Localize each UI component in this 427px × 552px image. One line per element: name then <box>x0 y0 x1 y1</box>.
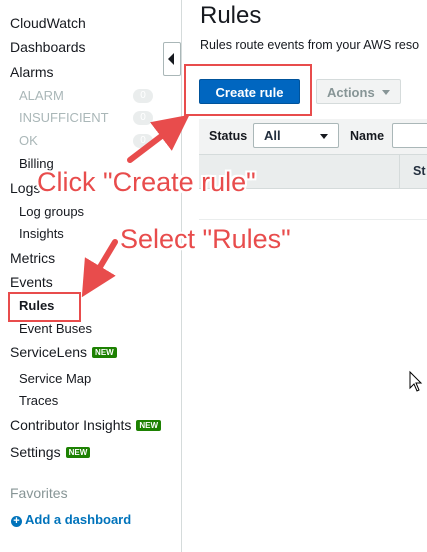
actions-label: Actions <box>327 85 375 100</box>
sidebar-item-alarm-state[interactable]: ALARM <box>19 88 64 103</box>
sidebar-item-insights[interactable]: Insights <box>19 226 64 241</box>
caret-left-icon <box>168 53 174 65</box>
column-divider <box>399 155 400 188</box>
new-badge: NEW <box>136 420 162 431</box>
status-select-value: All <box>264 128 281 143</box>
status-filter-label: Status <box>209 129 248 143</box>
favorites-heading: Favorites <box>10 485 68 501</box>
add-dashboard-link[interactable]: + Add a dashboard <box>11 512 131 527</box>
page-title: Rules <box>200 2 262 29</box>
sidebar-item-cloudwatch[interactable]: CloudWatch <box>10 15 86 31</box>
table-row-divider <box>199 219 427 220</box>
chevron-down-icon <box>320 134 328 139</box>
sidebar-item-insufficient[interactable]: INSUFFICIENT <box>19 110 109 125</box>
new-badge: NEW <box>65 447 91 458</box>
sidebar-item-service-map[interactable]: Service Map <box>19 371 91 386</box>
sidebar-item-ok[interactable]: OK <box>19 133 38 148</box>
sidebar: CloudWatch Dashboards Alarms ALARM 0 INS… <box>0 0 182 552</box>
sidebar-item-dashboards[interactable]: Dashboards <box>10 39 86 55</box>
filter-bar: Status All Name <box>199 119 427 155</box>
sidebar-item-traces[interactable]: Traces <box>19 393 58 408</box>
add-dashboard-label: Add a dashboard <box>25 512 132 527</box>
settings-label: Settings <box>10 444 61 460</box>
name-filter-input[interactable] <box>392 123 427 148</box>
actions-dropdown-button[interactable]: Actions <box>316 79 401 104</box>
sidebar-item-log-groups[interactable]: Log groups <box>19 204 84 219</box>
alarm-count-badge: 0 <box>133 89 153 103</box>
sidebar-item-logs[interactable]: Logs <box>10 180 40 196</box>
sidebar-item-settings[interactable]: Settings NEW <box>10 444 91 460</box>
rules-highlight-box <box>8 292 81 322</box>
column-header-status[interactable]: St <box>413 164 426 178</box>
name-filter-label: Name <box>350 129 385 143</box>
contributor-insights-label: Contributor Insights <box>10 417 132 433</box>
sidebar-item-metrics[interactable]: Metrics <box>10 250 55 266</box>
new-badge: NEW <box>92 347 117 358</box>
plus-icon: + <box>11 516 22 527</box>
mouse-cursor-icon <box>409 370 423 392</box>
sidebar-item-alarms[interactable]: Alarms <box>10 64 54 80</box>
page-description: Rules route events from your AWS reso <box>200 38 420 52</box>
ok-count-badge: 0 <box>133 134 153 148</box>
sidebar-item-servicelens[interactable]: ServiceLens NEW <box>10 344 117 360</box>
collapse-sidebar-button[interactable] <box>163 42 181 76</box>
servicelens-label: ServiceLens <box>10 344 88 360</box>
annotation-select-rules: Select "Rules" <box>120 224 291 254</box>
status-select[interactable]: All <box>253 123 339 148</box>
chevron-down-icon <box>382 90 390 95</box>
sidebar-item-contributor-insights[interactable]: Contributor Insights NEW <box>10 417 162 433</box>
create-rule-highlight-box <box>184 64 312 116</box>
sidebar-item-event-buses[interactable]: Event Buses <box>19 321 92 336</box>
annotation-click-create-rule: Click "Create rule" <box>37 167 256 197</box>
insufficient-count-badge: 0 <box>133 111 153 125</box>
sidebar-item-events[interactable]: Events <box>10 274 53 290</box>
